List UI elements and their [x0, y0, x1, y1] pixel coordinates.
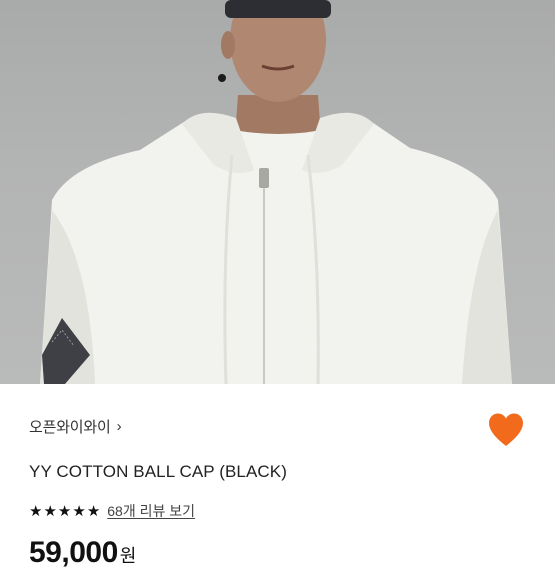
- star-icon: ★: [86, 502, 101, 520]
- review-link[interactable]: 68개 리뷰 보기: [107, 501, 195, 521]
- product-title: YY COTTON BALL CAP (BLACK): [29, 462, 287, 481]
- store-name[interactable]: 오픈와이와이: [29, 416, 111, 437]
- store-link[interactable]: 오픈와이와이 ›: [29, 416, 122, 437]
- hoodie-body: [40, 118, 512, 384]
- zipper-pull: [259, 168, 269, 188]
- price-unit: 원: [119, 546, 137, 566]
- price: 59,000 원: [29, 536, 136, 570]
- chevron-right-icon: ›: [116, 418, 122, 435]
- product-info-panel: 오픈와이와이 › YY COTTON BALL CAP (BLACK) ★ ★ ★ ★…: [0, 384, 555, 569]
- price-amount: 59,000: [29, 536, 118, 569]
- product-image[interactable]: [0, 0, 555, 384]
- ear-shape: [221, 31, 235, 59]
- star-icon: ★: [43, 502, 57, 520]
- star-rating: ★ ★ ★ ★ ★: [29, 504, 100, 519]
- star-icon: ★: [29, 502, 43, 520]
- star-icon: ★: [57, 502, 72, 520]
- rating-row: ★ ★ ★ ★ ★ 68개 리뷰 보기: [29, 501, 195, 521]
- sunglasses-shape: [225, 0, 331, 18]
- model-illustration: [40, 0, 512, 384]
- earring-shape: [218, 74, 226, 82]
- star-icon: ★: [72, 502, 86, 520]
- heart-icon[interactable]: [487, 412, 525, 448]
